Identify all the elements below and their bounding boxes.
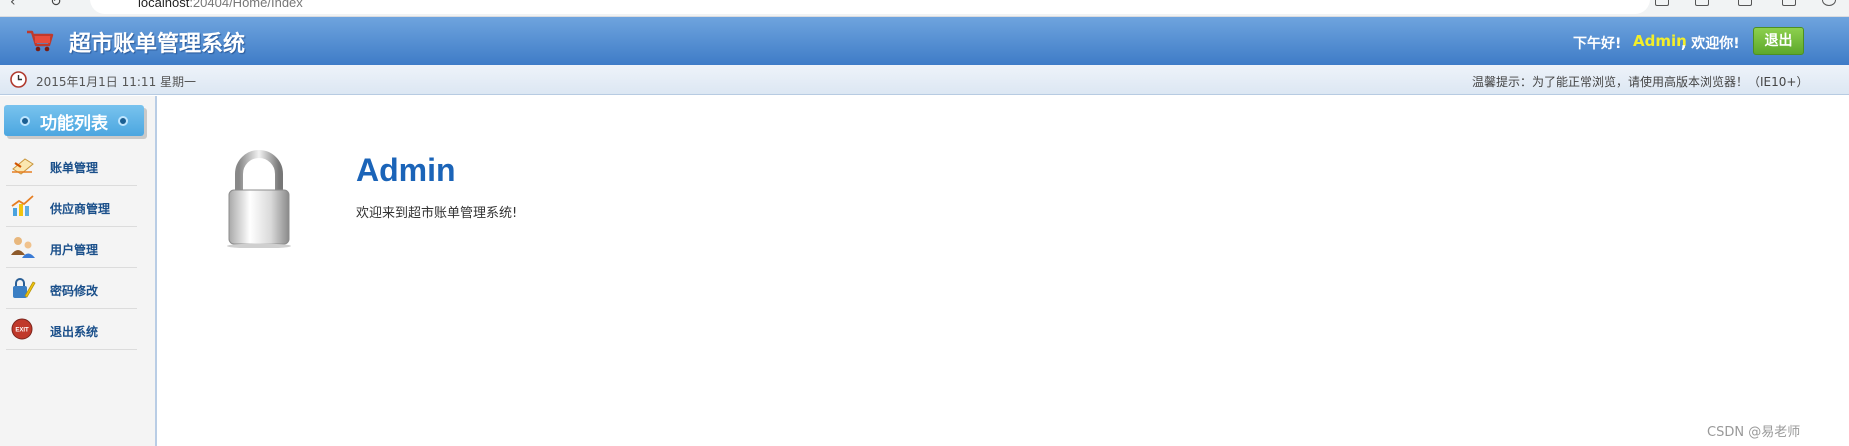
sidebar: 功能列表 账单管理 供应商管理 用户管理 密码修改 EXIT 退出系统 xyxy=(0,96,157,446)
cart-icon xyxy=(27,30,54,52)
greeting: 下午好! xyxy=(1573,36,1622,52)
lock-icon xyxy=(227,150,291,248)
welcome-message: 欢迎来到超市账单管理系统! xyxy=(356,206,518,221)
exit-icon: EXIT xyxy=(11,318,33,340)
sidebar-item-users[interactable]: 用户管理 xyxy=(6,227,137,268)
bill-icon xyxy=(12,158,34,175)
logout-button[interactable]: 退出 xyxy=(1753,27,1804,55)
browser-bar: ‹ ↻ localhost:20404/Home/Index xyxy=(0,0,1849,17)
sidebar-item-label: 退出系统 xyxy=(50,325,99,339)
current-datetime: 2015年1月1日 11:11 星期一 xyxy=(36,75,197,89)
sidebar-header: 功能列表 xyxy=(4,105,144,136)
sidebar-item-exit[interactable]: EXIT 退出系统 xyxy=(6,309,137,350)
current-user: Admin xyxy=(1633,32,1687,50)
bullet-icon xyxy=(20,116,30,126)
sidebar-menu: 账单管理 供应商管理 用户管理 密码修改 EXIT 退出系统 xyxy=(6,145,137,350)
sidebar-item-label: 密码修改 xyxy=(50,284,99,298)
app-title: 超市账单管理系统 xyxy=(69,32,246,57)
profile-icon[interactable] xyxy=(1782,0,1796,6)
supplier-chart-icon xyxy=(11,195,34,216)
sidebar-item-label: 用户管理 xyxy=(50,243,99,257)
sidebar-title: 功能列表 xyxy=(40,114,108,134)
main-content: Admin 欢迎来到超市账单管理系统! xyxy=(159,96,1849,446)
back-icon[interactable]: ‹ xyxy=(10,0,16,10)
sidebar-item-label: 账单管理 xyxy=(50,161,99,175)
sidebar-item-label: 供应商管理 xyxy=(50,202,111,216)
password-lock-icon xyxy=(13,278,36,298)
account-icon[interactable] xyxy=(1822,0,1836,6)
clock-icon xyxy=(10,71,27,88)
welcome-username: Admin xyxy=(356,152,456,188)
sidebar-item-bills[interactable]: 账单管理 xyxy=(6,145,137,186)
sidebar-item-password[interactable]: 密码修改 xyxy=(6,268,137,309)
reload-icon[interactable]: ↻ xyxy=(50,0,62,10)
status-bar: 2015年1月1日 11:11 星期一 温馨提示：为了能正常浏览，请使用高版本浏… xyxy=(0,65,1849,95)
bullet-icon xyxy=(118,116,128,126)
browser-tip: 温馨提示：为了能正常浏览，请使用高版本浏览器！（IE10+） xyxy=(1472,75,1809,89)
app-header: 超市账单管理系统 下午好! Admin , 欢迎你! 退出 xyxy=(0,17,1849,65)
sidebar-item-suppliers[interactable]: 供应商管理 xyxy=(6,186,137,227)
users-icon xyxy=(11,237,35,258)
address-bar[interactable] xyxy=(90,0,1650,14)
favorites-icon[interactable] xyxy=(1695,0,1709,6)
extensions-icon[interactable] xyxy=(1655,0,1669,6)
collections-icon[interactable] xyxy=(1738,0,1752,6)
svg-text:EXIT: EXIT xyxy=(15,328,29,334)
watermark: CSDN @易老师 xyxy=(1707,425,1801,440)
welcome-label: , 欢迎你! xyxy=(1681,36,1740,52)
address-bar-url[interactable]: localhost:20404/Home/Index xyxy=(138,0,303,10)
